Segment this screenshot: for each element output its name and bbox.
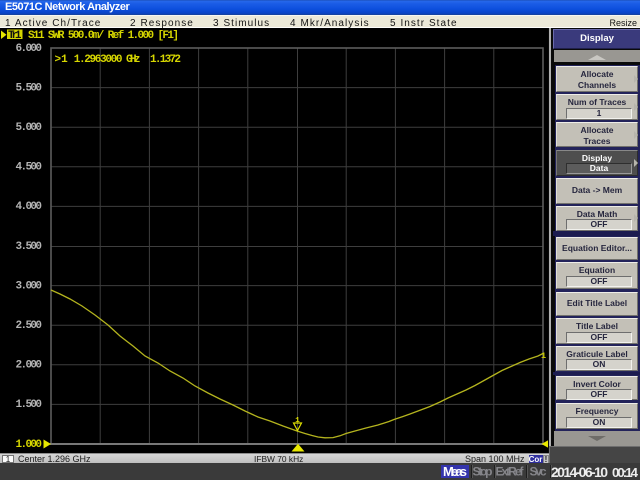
- svg-text:Svc: Svc: [530, 465, 547, 479]
- svg-text:Stop: Stop: [473, 465, 493, 479]
- svg-text:ExtRef: ExtRef: [496, 465, 525, 479]
- svg-text:00:14: 00:14: [612, 465, 639, 480]
- svg-text:Meas: Meas: [443, 464, 467, 479]
- svg-text:2014-06-10: 2014-06-10: [551, 464, 608, 480]
